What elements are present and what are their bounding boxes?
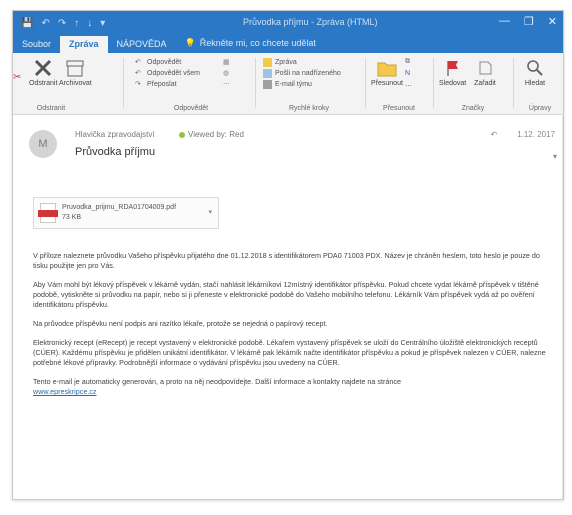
- ribbon-group-tags: Sledovat Zařadit Značky: [437, 56, 509, 112]
- actions-icon[interactable]: ⋯: [405, 82, 412, 90]
- tab-file[interactable]: Soubor: [13, 36, 60, 53]
- window-title: Průvodka příjmu - Zpráva (HTML): [243, 17, 378, 27]
- quickstep-icon: [263, 58, 272, 67]
- window-controls: — ❐ ✕: [499, 15, 557, 28]
- forward-icon: ↷: [135, 81, 141, 88]
- onenote-icon[interactable]: N: [405, 70, 410, 77]
- expand-header-icon[interactable]: ▾: [553, 152, 557, 161]
- group-label: Odpovědět: [173, 105, 209, 112]
- flag-icon: [441, 56, 465, 80]
- group-label: Přesunout: [383, 105, 415, 112]
- rules-icon[interactable]: ⧉: [405, 58, 410, 66]
- reply-all-icon: ↶: [135, 70, 141, 77]
- ribbon-divider: [123, 58, 124, 108]
- attachment-size: 73 KB: [62, 214, 82, 221]
- down-arrow-icon[interactable]: ↓: [87, 18, 92, 29]
- ribbon-divider: [513, 58, 514, 108]
- flag-button[interactable]: Sledovat: [439, 56, 466, 87]
- group-label: Rychlé kroky: [288, 105, 330, 112]
- chevron-down-icon[interactable]: ▾: [208, 208, 212, 216]
- group-label: Značky: [461, 105, 485, 112]
- ribbon-divider: [433, 58, 434, 108]
- quickstep-icon: [263, 80, 272, 89]
- header-meta: ↶ 1.12. 2017: [490, 130, 555, 139]
- reply-button[interactable]: ↶ Odpovědět: [135, 58, 181, 67]
- group-label: Odstranit: [36, 105, 66, 112]
- archive-icon: [63, 56, 87, 80]
- undo-icon[interactable]: ↶: [41, 18, 49, 29]
- tab-help[interactable]: NÁPOVĚDA: [108, 36, 176, 53]
- title-bar: 💾 ↶ ↷ ↑ ↓ ▾ Průvodka příjmu - Zpráva (HT…: [13, 11, 563, 35]
- search-button[interactable]: Hledat: [523, 56, 547, 87]
- avatar: M: [29, 130, 57, 158]
- tag-icon: [473, 56, 497, 80]
- scrollbar-track[interactable]: [562, 116, 563, 499]
- quickstep-icon: [263, 69, 272, 78]
- meeting-icon[interactable]: ▦: [223, 58, 230, 66]
- minimize-button[interactable]: —: [499, 15, 510, 28]
- message-date: 1.12. 2017: [517, 130, 555, 139]
- move-button[interactable]: Přesunout: [371, 56, 403, 87]
- message-subject: Průvodka příjmu: [75, 146, 156, 158]
- status-badge: Viewed by: Red: [179, 130, 244, 139]
- outlook-message-window: 💾 ↶ ↷ ↑ ↓ ▾ Průvodka příjmu - Zpráva (HT…: [12, 10, 564, 500]
- reply-icon[interactable]: ↶: [490, 130, 497, 139]
- body-paragraph: Aby Vám mohl být lékový příspěvek v léká…: [33, 280, 539, 309]
- up-arrow-icon[interactable]: ↑: [74, 18, 79, 29]
- ribbon-group-quick-steps: Zpráva Pošli na nadřízeného E-mail týmu …: [259, 56, 359, 112]
- restore-button[interactable]: ❐: [524, 15, 534, 28]
- tell-me-box[interactable]: 💡 Řekněte mi, co chcete udělat: [176, 35, 325, 53]
- forward-button[interactable]: ↷ Přeposlat: [135, 80, 177, 89]
- quick-access-toolbar: 💾 ↶ ↷ ↑ ↓ ▾: [13, 18, 105, 29]
- group-label: Úpravy: [528, 105, 552, 112]
- quickstep-2[interactable]: Pošli na nadřízeného: [263, 69, 341, 78]
- customize-qat-icon[interactable]: ▾: [100, 18, 105, 29]
- ribbon-divider: [255, 58, 256, 108]
- message-header: M Hlavička zpravodajství Viewed by: Red …: [13, 116, 563, 198]
- more-respond-icon[interactable]: ⋯: [223, 80, 230, 88]
- body-paragraph: Elektronický recept (eRecept) je recept …: [33, 338, 546, 367]
- reply-all-button[interactable]: ↶ Odpovědět všem: [135, 69, 200, 78]
- tab-message[interactable]: Zpráva: [60, 36, 108, 53]
- delete-button[interactable]: Odstranit: [29, 56, 57, 87]
- archive-button[interactable]: Archivovat: [59, 56, 92, 87]
- message-body: V příloze naleznete průvodku Vašeho přís…: [33, 251, 553, 406]
- presence-dot-icon: [179, 131, 185, 138]
- epreskripce-link[interactable]: www.epreskripce.cz: [33, 387, 97, 396]
- ribbon: ✂ Odstranit Archivovat Odstranit ↶ Odpov…: [13, 53, 563, 115]
- ribbon-tabs: Soubor Zpráva NÁPOVĚDA 💡 Řekněte mi, co …: [13, 35, 563, 53]
- attachment-card[interactable]: Pruvodka_prijmu_RDA01704009.pdf 73 KB ▾: [33, 197, 219, 229]
- ignore-icon[interactable]: ✂: [13, 72, 21, 83]
- save-icon[interactable]: 💾: [21, 18, 33, 29]
- im-icon[interactable]: ◍: [223, 69, 229, 77]
- delete-icon: [31, 56, 55, 80]
- folder-icon: [375, 56, 399, 80]
- body-paragraph: V příloze naleznete průvodku Vašeho přís…: [33, 251, 540, 270]
- ribbon-group-respond: ↶ Odpovědět ↶ Odpovědět všem ↷ Přeposlat…: [131, 56, 251, 112]
- pdf-icon: [38, 203, 58, 223]
- categorize-button[interactable]: Zařadit: [473, 56, 497, 87]
- ribbon-divider: [365, 58, 366, 108]
- attachment-name: Pruvodka_prijmu_RDA01704009.pdf: [62, 204, 177, 211]
- ribbon-group-delete: ✂ Odstranit Archivovat Odstranit: [13, 56, 92, 112]
- body-paragraph: Na průvodce příspěvku není podpis ani ra…: [33, 319, 328, 328]
- search-icon: [523, 56, 547, 80]
- redo-icon[interactable]: ↷: [58, 18, 66, 29]
- quickstep-1[interactable]: Zpráva: [263, 58, 297, 67]
- quickstep-3[interactable]: E-mail týmu: [263, 80, 312, 89]
- body-paragraph-footer: Tento e-mail je automaticky generován, a…: [33, 377, 401, 396]
- sender-name[interactable]: Hlavička zpravodajství: [75, 130, 155, 139]
- reply-icon: ↶: [135, 59, 141, 66]
- attachment-info: Pruvodka_prijmu_RDA01704009.pdf 73 KB: [62, 203, 176, 223]
- ribbon-group-move: Přesunout ⧉ N ⋯ Přesunout: [369, 56, 429, 112]
- lightbulb-icon: 💡: [184, 38, 196, 48]
- close-button[interactable]: ✕: [548, 15, 557, 28]
- ribbon-group-find: Hledat Úpravy: [517, 56, 563, 112]
- tell-me-text: Řekněte mi, co chcete udělat: [199, 38, 316, 48]
